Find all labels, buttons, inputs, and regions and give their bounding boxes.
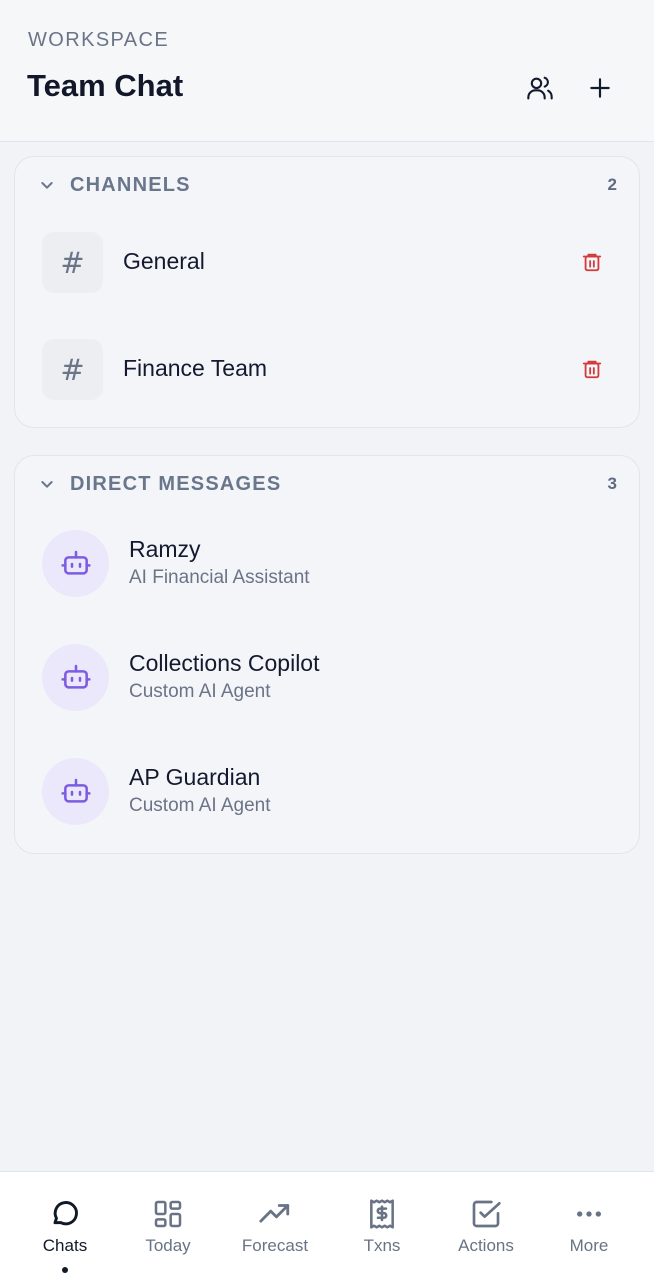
active-indicator xyxy=(62,1267,68,1273)
dashboard-grid-icon xyxy=(150,1196,186,1232)
dm-item-ap-guardian[interactable]: AP Guardian Custom AI Agent xyxy=(15,758,639,858)
nav-today[interactable]: Today xyxy=(116,1172,220,1280)
direct-messages-section: DIRECT MESSAGES 3 Ramzy AI Financial Ass… xyxy=(14,455,640,854)
dm-item-ramzy[interactable]: Ramzy AI Financial Assistant xyxy=(15,530,639,630)
bot-icon xyxy=(60,778,91,803)
plus-icon xyxy=(590,78,610,98)
dm-item-collections-copilot[interactable]: Collections Copilot Custom AI Agent xyxy=(15,644,639,744)
nav-actions[interactable]: Actions xyxy=(434,1172,538,1280)
channels-section: CHANNELS 2 # General # Finance Team xyxy=(14,156,640,428)
trash-icon xyxy=(582,253,602,272)
chevron-down-icon xyxy=(41,481,53,488)
nav-label: Forecast xyxy=(241,1236,309,1255)
trash-icon xyxy=(582,360,602,379)
dm-subtitle: Custom AI Agent xyxy=(129,681,271,702)
direct-messages-section-title: DIRECT MESSAGES xyxy=(70,473,282,495)
nav-label: Chats xyxy=(42,1236,88,1255)
direct-messages-section-toggle[interactable]: DIRECT MESSAGES 3 xyxy=(15,456,639,512)
receipt-dollar-icon xyxy=(364,1196,400,1232)
avatar xyxy=(42,758,109,825)
users-icon xyxy=(527,76,553,100)
nav-label: Actions xyxy=(458,1236,514,1255)
channel-item-finance-team[interactable]: # Finance Team xyxy=(15,324,639,404)
channels-count: 2 xyxy=(607,175,617,194)
dm-name: Ramzy xyxy=(129,536,201,562)
team-chat-screen: WORKSPACE Team Chat CHANNELS 2 # General… xyxy=(0,0,654,1280)
nav-forecast[interactable]: Forecast xyxy=(223,1172,327,1280)
dm-subtitle: Custom AI Agent xyxy=(129,795,271,816)
bot-icon xyxy=(60,664,91,689)
page-title: Team Chat xyxy=(27,68,184,103)
avatar xyxy=(42,644,109,711)
nav-label: Today xyxy=(145,1236,191,1255)
channel-item-general[interactable]: # General xyxy=(15,217,639,297)
checkbox-icon xyxy=(468,1196,504,1232)
workspace-label: WORKSPACE xyxy=(28,29,170,51)
channel-name: Finance Team xyxy=(123,355,268,381)
channel-name: General xyxy=(123,248,205,274)
delete-channel-button[interactable] xyxy=(577,247,607,277)
nav-more[interactable]: More xyxy=(537,1172,641,1280)
direct-messages-count: 3 xyxy=(607,474,617,493)
bottom-nav: Chats Today Forecast Txns Actions More xyxy=(0,1171,654,1280)
channels-section-title: CHANNELS xyxy=(70,174,191,196)
channels-section-toggle[interactable]: CHANNELS 2 xyxy=(15,157,639,213)
chevron-down-icon xyxy=(41,182,53,189)
nav-txns[interactable]: Txns xyxy=(330,1172,434,1280)
bot-icon xyxy=(60,550,91,575)
delete-channel-button[interactable] xyxy=(577,354,607,384)
more-dots-icon xyxy=(571,1196,607,1232)
nav-label: More xyxy=(569,1236,609,1255)
dm-name: AP Guardian xyxy=(129,764,261,790)
avatar xyxy=(42,530,109,597)
trending-up-icon xyxy=(257,1196,293,1232)
dm-subtitle: AI Financial Assistant xyxy=(129,567,310,588)
header: WORKSPACE Team Chat xyxy=(0,0,654,142)
nav-label: Txns xyxy=(363,1236,401,1255)
members-button[interactable] xyxy=(520,68,560,108)
dm-name: Collections Copilot xyxy=(129,650,320,676)
add-button[interactable] xyxy=(580,68,620,108)
hash-icon: # xyxy=(42,232,103,293)
hash-icon: # xyxy=(42,339,103,400)
chat-bubble-icon xyxy=(47,1196,83,1232)
nav-chats[interactable]: Chats xyxy=(13,1172,117,1280)
